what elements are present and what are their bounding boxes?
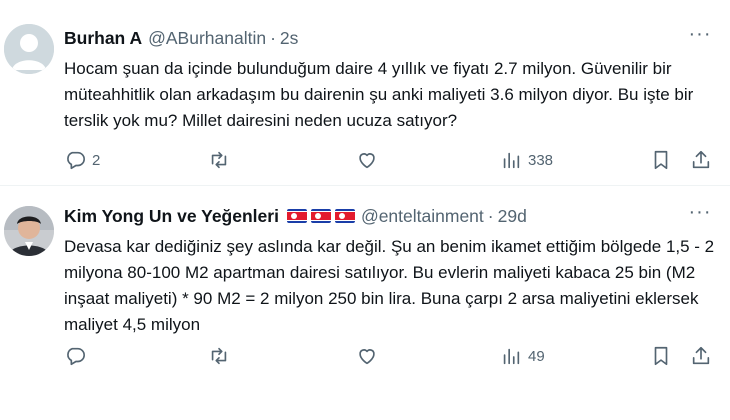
reply-button[interactable]: 2 bbox=[64, 148, 100, 172]
tweet-content: Burhan A @ABurhanaltin · 2s ··· Hocam şu… bbox=[64, 24, 710, 134]
display-name[interactable]: Burhan A bbox=[64, 28, 142, 49]
views-chart-icon bbox=[503, 152, 520, 169]
user-handle[interactable]: @ABurhanaltin bbox=[148, 28, 266, 49]
bookmark-button[interactable] bbox=[650, 344, 672, 368]
default-avatar-icon bbox=[4, 24, 54, 74]
retweet-button[interactable] bbox=[208, 148, 236, 172]
tweet-text: Hocam şuan da içinde bulunduğum daire 4 … bbox=[64, 59, 694, 130]
retweet-button[interactable] bbox=[208, 344, 236, 368]
flag-emojis bbox=[286, 209, 355, 223]
views-button[interactable]: 49 bbox=[500, 344, 545, 368]
separator: · bbox=[270, 27, 276, 48]
views-chart-icon bbox=[503, 348, 520, 365]
retweet-icon bbox=[211, 151, 227, 169]
bookmark-icon bbox=[654, 150, 668, 170]
view-count: 49 bbox=[528, 347, 545, 365]
avatar[interactable] bbox=[4, 24, 54, 74]
heart-icon bbox=[359, 349, 375, 365]
reply-icon bbox=[67, 151, 85, 170]
timestamp[interactable]: 29d bbox=[498, 206, 527, 227]
north-korea-flag-icon bbox=[334, 209, 355, 223]
views-button[interactable]: 338 bbox=[500, 148, 553, 172]
north-korea-flag-icon bbox=[310, 209, 331, 223]
display-name[interactable]: Kim Yong Un ve Yeğenleri bbox=[64, 206, 279, 227]
tweet-header: Kim Yong Un ve Yeğenleri @enteltainment … bbox=[64, 204, 710, 228]
reply-button[interactable] bbox=[64, 344, 92, 368]
north-korea-flag-icon bbox=[286, 209, 307, 223]
avatar[interactable] bbox=[4, 206, 54, 256]
tweet-feed: Burhan A @ABurhanaltin · 2s ··· Hocam şu… bbox=[0, 0, 730, 420]
reply-icon bbox=[67, 347, 85, 366]
share-button[interactable] bbox=[690, 344, 712, 368]
tweet[interactable]: Kim Yong Un ve Yeğenleri @enteltainment … bbox=[0, 186, 730, 420]
user-handle[interactable]: @enteltainment bbox=[361, 206, 484, 227]
reply-count: 2 bbox=[92, 151, 101, 169]
bookmark-button[interactable] bbox=[650, 148, 672, 172]
tweet-actions: 49 bbox=[64, 344, 714, 368]
heart-icon bbox=[359, 153, 375, 169]
more-options-icon[interactable]: ··· bbox=[686, 24, 714, 50]
profile-photo-icon bbox=[4, 206, 54, 256]
share-icon bbox=[692, 150, 710, 169]
tweet-content: Kim Yong Un ve Yeğenleri @enteltainment … bbox=[64, 202, 714, 338]
tweet[interactable]: Burhan A @ABurhanaltin · 2s ··· Hocam şu… bbox=[0, 0, 730, 186]
tweet-header: Burhan A @ABurhanaltin · 2s bbox=[64, 26, 710, 50]
bookmark-icon bbox=[654, 346, 668, 366]
like-button[interactable] bbox=[356, 148, 384, 172]
more-options-icon[interactable]: ··· bbox=[686, 202, 714, 228]
retweet-icon bbox=[211, 347, 227, 365]
separator: · bbox=[487, 205, 494, 226]
like-button[interactable] bbox=[356, 344, 384, 368]
timestamp[interactable]: 2s bbox=[280, 28, 298, 49]
share-button[interactable] bbox=[690, 148, 712, 172]
tweet-text: Devasa kar dediğiniz şey aslında kar değ… bbox=[64, 237, 715, 334]
tweet-actions: 2 338 bbox=[64, 148, 714, 172]
share-icon bbox=[692, 346, 710, 365]
view-count: 338 bbox=[528, 151, 554, 169]
